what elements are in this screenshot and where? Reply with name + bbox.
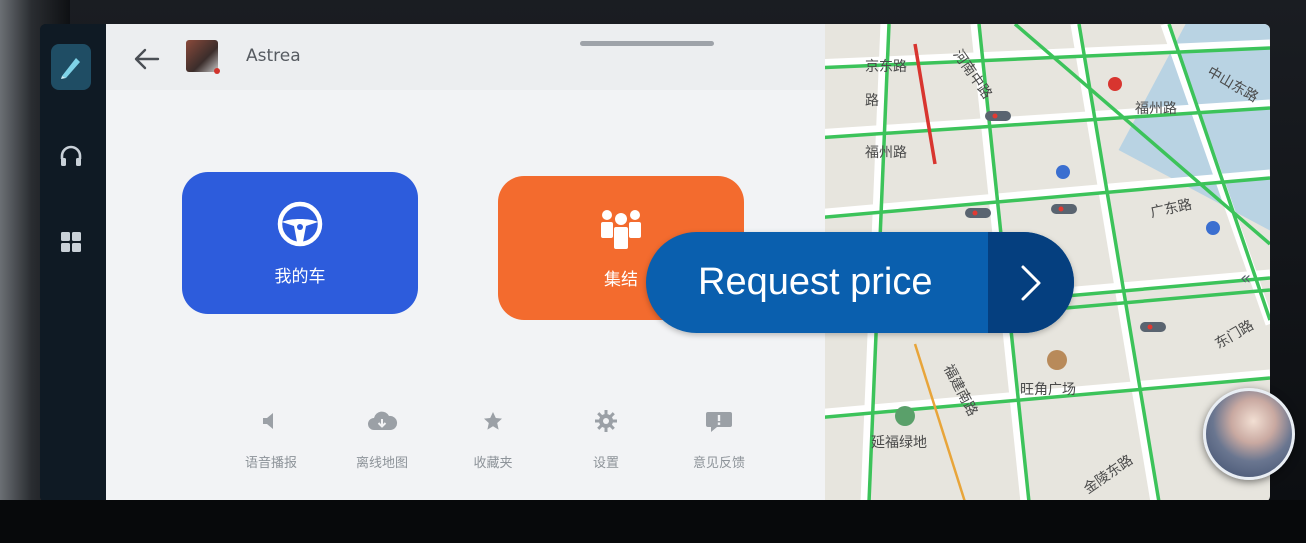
speaker-icon: [263, 413, 273, 429]
group-people-icon: [601, 209, 641, 249]
compass-pen-icon: [61, 58, 80, 79]
quick-action-favorites[interactable]: 收藏夹: [448, 404, 538, 471]
map-label-fuzhou-left: 福州路: [865, 145, 907, 161]
steering-wheel-icon: [277, 201, 323, 246]
car-display-frame: Astrea 我的车 集结 语音播报 离线地图 收藏夹 设置 意见反馈 京东路 …: [0, 0, 1306, 543]
headphones-icon: [60, 145, 82, 166]
request-price-button[interactable]: Request price: [646, 232, 1074, 333]
username-label: Astrea: [246, 46, 301, 66]
user-avatar[interactable]: [186, 40, 220, 74]
gear-icon: [595, 410, 617, 432]
map-label-yanfu: 延福绿地: [871, 435, 927, 451]
assistant-avatar[interactable]: [1203, 388, 1295, 480]
map-label-wangjiao: 旺角广场: [1020, 382, 1076, 398]
star-icon: [484, 412, 502, 430]
quick-action-voice-label: 语音播报: [244, 456, 297, 471]
quick-action-voice[interactable]: 语音播报: [226, 404, 316, 471]
arrow-left-icon: [134, 48, 160, 70]
my-car-label: 我的车: [274, 266, 326, 287]
rail-item-music[interactable]: [51, 136, 91, 176]
rail-item-navigation[interactable]: [51, 44, 91, 90]
back-button[interactable]: [132, 44, 162, 74]
map-label-nanjing-dong: 京东路: [865, 59, 907, 75]
map-label-lu: 路: [865, 93, 879, 109]
quick-action-offline-map-label: 离线地图: [355, 456, 408, 471]
rally-label: 集结: [604, 269, 638, 290]
feedback-icon: [706, 412, 732, 432]
request-price-label: Request price: [698, 261, 933, 303]
cloud-download-icon: [368, 411, 398, 430]
quick-action-offline-map[interactable]: 离线地图: [337, 404, 427, 471]
drag-handle[interactable]: [580, 41, 714, 46]
map-label-fuzhou-right: 福州路: [1135, 101, 1177, 117]
quick-action-settings[interactable]: 设置: [561, 404, 651, 471]
quick-action-feedback-label: 意见反馈: [692, 456, 745, 471]
quick-action-favorites-label: 收藏夹: [473, 456, 513, 471]
device-bezel-bottom: [0, 500, 1306, 543]
quick-action-settings-label: 设置: [592, 456, 619, 471]
panel-header: Astrea: [106, 24, 828, 90]
apps-grid-icon: [61, 232, 81, 252]
quick-action-feedback[interactable]: 意见反馈: [674, 404, 764, 471]
my-car-tile[interactable]: 我的车: [182, 172, 418, 314]
rail-item-apps[interactable]: [51, 222, 91, 262]
side-rail: [40, 24, 110, 502]
chevron-right-icon: [988, 232, 1074, 333]
collapse-panel-icon[interactable]: «: [1240, 268, 1251, 289]
